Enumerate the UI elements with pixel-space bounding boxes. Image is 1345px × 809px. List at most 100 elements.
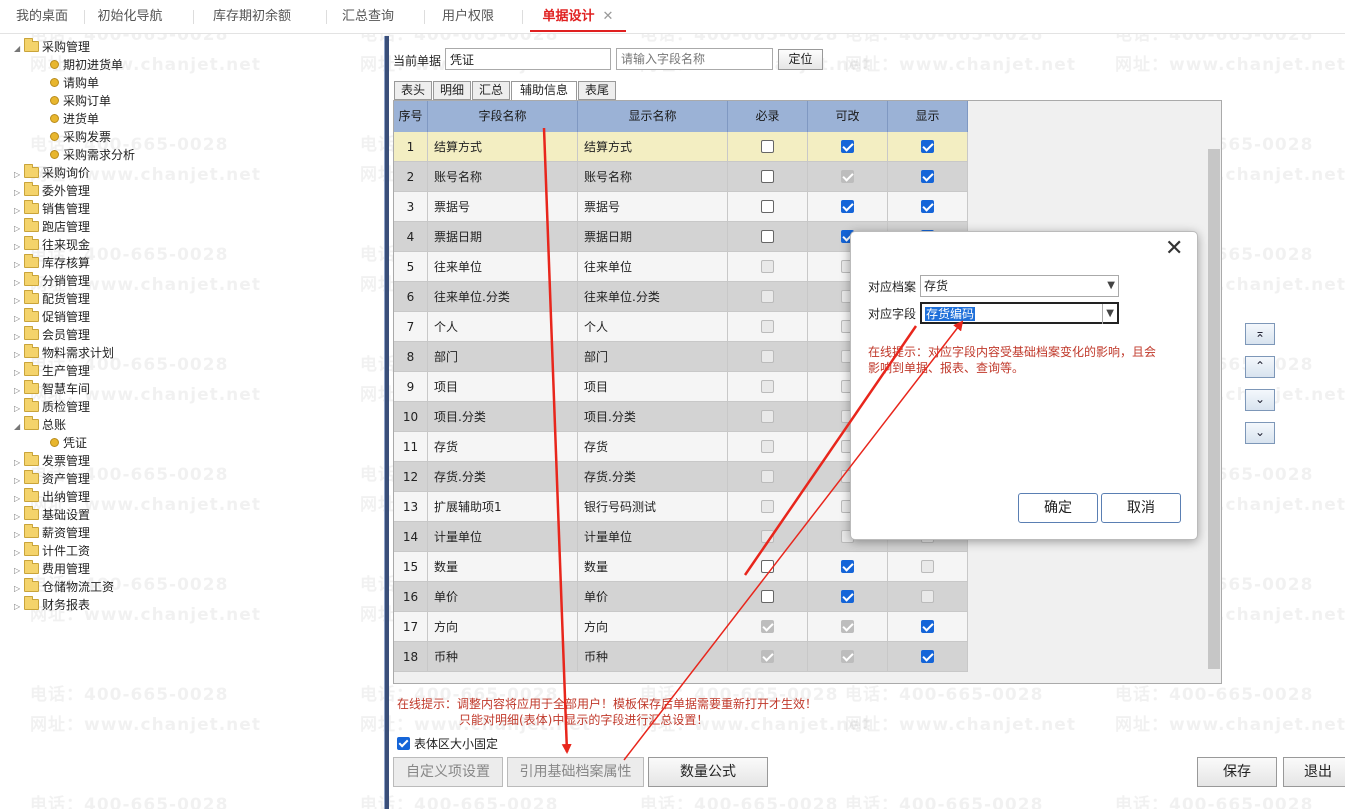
tree-folder[interactable]: ▷ 质检管理 bbox=[14, 398, 90, 416]
display-name-cell[interactable]: 银行号码测试 bbox=[578, 492, 728, 522]
tree-leaf[interactable]: 期初进货单 bbox=[50, 56, 123, 74]
tree-leaf[interactable]: 凭证 bbox=[50, 434, 87, 452]
tree-leaf[interactable]: 请购单 bbox=[50, 74, 99, 92]
archive-select[interactable]: 存货 ▼ bbox=[920, 275, 1119, 297]
tree-folder[interactable]: ▷ 出纳管理 bbox=[14, 488, 90, 506]
display-name-cell[interactable]: 票据号 bbox=[578, 192, 728, 222]
required-checkbox[interactable] bbox=[761, 230, 774, 243]
cancel-button[interactable]: 取消 bbox=[1101, 493, 1181, 523]
visible-checkbox[interactable] bbox=[921, 620, 934, 633]
tree-folder[interactable]: ▷ 资产管理 bbox=[14, 470, 90, 488]
collapsed-arrow-icon[interactable]: ▷ bbox=[14, 598, 24, 616]
required-checkbox[interactable] bbox=[761, 170, 774, 183]
tree-leaf[interactable]: 采购发票 bbox=[50, 128, 111, 146]
tree-folder[interactable]: ▷ 生产管理 bbox=[14, 362, 90, 380]
move-top-button[interactable]: ⌅ bbox=[1245, 323, 1275, 345]
locate-button[interactable]: 定位 bbox=[778, 49, 823, 70]
visible-checkbox[interactable] bbox=[921, 200, 934, 213]
table-row[interactable]: 2 账号名称 账号名称 bbox=[394, 162, 968, 192]
tree-leaf[interactable]: 采购订单 bbox=[50, 92, 111, 110]
tree-leaf[interactable]: 采购需求分析 bbox=[50, 146, 135, 164]
display-name-cell[interactable]: 数量 bbox=[578, 552, 728, 582]
expanded-arrow-icon[interactable]: ◢ bbox=[14, 418, 24, 436]
tree-folder[interactable]: ▷ 仓储物流工资 bbox=[14, 578, 114, 596]
tree-folder[interactable]: ▷ 跑店管理 bbox=[14, 218, 90, 236]
tree-folder[interactable]: ▷ 财务报表 bbox=[14, 596, 90, 614]
tree-leaf[interactable]: 进货单 bbox=[50, 110, 99, 128]
display-name-cell[interactable]: 存货 bbox=[578, 432, 728, 462]
subtab-summary[interactable]: 汇总 bbox=[472, 81, 510, 100]
col-header-display-name[interactable]: 显示名称 bbox=[578, 101, 728, 132]
visible-checkbox[interactable] bbox=[921, 140, 934, 153]
subtab-aux-info[interactable]: 辅助信息 bbox=[511, 81, 577, 101]
display-name-cell[interactable]: 项目 bbox=[578, 372, 728, 402]
required-checkbox[interactable] bbox=[761, 560, 774, 573]
tree-folder[interactable]: ◢ 采购管理 bbox=[14, 38, 90, 56]
subtab-detail[interactable]: 明细 bbox=[433, 81, 471, 100]
editable-checkbox[interactable] bbox=[841, 590, 854, 603]
display-name-cell[interactable]: 计量单位 bbox=[578, 522, 728, 552]
field-select[interactable]: 存货编码 ▼ bbox=[920, 302, 1119, 324]
display-name-cell[interactable]: 结算方式 bbox=[578, 132, 728, 162]
visible-checkbox[interactable] bbox=[921, 650, 934, 663]
tree-folder[interactable]: ▷ 薪资管理 bbox=[14, 524, 90, 542]
table-row[interactable]: 16 单价 单价 bbox=[394, 582, 968, 612]
tree-folder[interactable]: ▷ 销售管理 bbox=[14, 200, 90, 218]
tab-init-guide[interactable]: 初始化导航 bbox=[88, 0, 172, 34]
display-name-cell[interactable]: 往来单位.分类 bbox=[578, 282, 728, 312]
table-row[interactable]: 3 票据号 票据号 bbox=[394, 192, 968, 222]
tree-folder[interactable]: ◢ 总账 bbox=[14, 416, 66, 434]
grid-vertical-scrollbar[interactable] bbox=[1207, 133, 1221, 683]
tree-folder[interactable]: ▷ 物料需求计划 bbox=[14, 344, 114, 362]
tab-stock-opening[interactable]: 库存期初余额 bbox=[203, 0, 301, 34]
tree-folder[interactable]: ▷ 计件工资 bbox=[14, 542, 90, 560]
move-down-button[interactable]: ⌄ bbox=[1245, 389, 1275, 411]
tree-folder[interactable]: ▷ 促销管理 bbox=[14, 308, 90, 326]
editable-checkbox[interactable] bbox=[841, 200, 854, 213]
col-header-visible[interactable]: 显示 bbox=[888, 101, 968, 132]
table-row[interactable]: 1 结算方式 结算方式 bbox=[394, 132, 968, 162]
fixed-size-option[interactable]: 表体区大小固定 bbox=[397, 735, 498, 752]
col-header-editable[interactable]: 可改 bbox=[808, 101, 888, 132]
display-name-cell[interactable]: 币种 bbox=[578, 642, 728, 672]
col-header-field-name[interactable]: 字段名称 bbox=[428, 101, 578, 132]
tree-folder[interactable]: ▷ 库存核算 bbox=[14, 254, 90, 272]
editable-checkbox[interactable] bbox=[841, 140, 854, 153]
tree-folder[interactable]: ▷ 采购询价 bbox=[14, 164, 90, 182]
display-name-cell[interactable]: 账号名称 bbox=[578, 162, 728, 192]
required-checkbox[interactable] bbox=[761, 590, 774, 603]
close-icon[interactable]: ✕ bbox=[603, 9, 614, 24]
ref-base-attr-button[interactable]: 引用基础档案属性 bbox=[507, 757, 644, 787]
tree-folder[interactable]: ▷ 会员管理 bbox=[14, 326, 90, 344]
tree-folder[interactable]: ▷ 往来现金 bbox=[14, 236, 90, 254]
col-header-required[interactable]: 必录 bbox=[728, 101, 808, 132]
custom-item-button[interactable]: 自定义项设置 bbox=[393, 757, 503, 787]
table-row[interactable]: 17 方向 方向 bbox=[394, 612, 968, 642]
display-name-cell[interactable]: 票据日期 bbox=[578, 222, 728, 252]
display-name-cell[interactable]: 项目.分类 bbox=[578, 402, 728, 432]
tab-summary-query[interactable]: 汇总查询 bbox=[336, 0, 400, 34]
required-checkbox[interactable] bbox=[761, 200, 774, 213]
move-up-button[interactable]: ⌃ bbox=[1245, 356, 1275, 378]
tab-doc-design[interactable]: 单据设计 ✕ bbox=[530, 0, 626, 34]
tree-folder[interactable]: ▷ 基础设置 bbox=[14, 506, 90, 524]
visible-checkbox[interactable] bbox=[921, 170, 934, 183]
display-name-cell[interactable]: 方向 bbox=[578, 612, 728, 642]
tree-folder[interactable]: ▷ 费用管理 bbox=[14, 560, 90, 578]
tab-desktop[interactable]: 我的桌面 bbox=[6, 0, 78, 34]
display-name-cell[interactable]: 部门 bbox=[578, 342, 728, 372]
subtab-footer[interactable]: 表尾 bbox=[578, 81, 616, 100]
ok-button[interactable]: 确定 bbox=[1018, 493, 1098, 523]
display-name-cell[interactable]: 存货.分类 bbox=[578, 462, 728, 492]
field-search-input[interactable] bbox=[616, 48, 773, 70]
close-icon[interactable]: ✕ bbox=[1165, 236, 1183, 261]
tree-folder[interactable]: ▷ 发票管理 bbox=[14, 452, 90, 470]
current-doc-input[interactable] bbox=[445, 48, 611, 70]
table-row[interactable]: 18 币种 币种 bbox=[394, 642, 968, 672]
save-button[interactable]: 保存 bbox=[1197, 757, 1277, 787]
panel-splitter[interactable] bbox=[384, 36, 389, 809]
tree-folder[interactable]: ▷ 智慧车间 bbox=[14, 380, 90, 398]
col-header-no[interactable]: 序号 bbox=[394, 101, 428, 132]
display-name-cell[interactable]: 往来单位 bbox=[578, 252, 728, 282]
scrollbar-thumb[interactable] bbox=[1208, 149, 1220, 669]
